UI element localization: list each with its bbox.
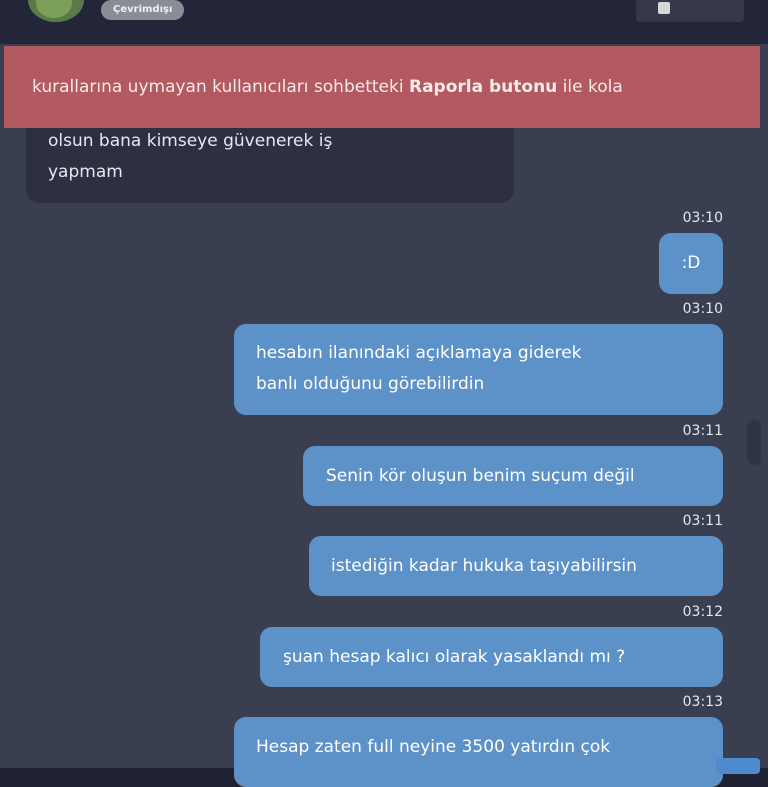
device-icon (658, 2, 670, 14)
message-text: Hesap zaten full neyine 3500 yatırdın ço… (256, 737, 611, 757)
chat-scrollbar[interactable] (747, 420, 761, 465)
incoming-message-line: olsun bana kimseye güvenerek iş (48, 131, 333, 151)
banner-text: kurallarına uymayan kullanıcıları sohbet… (32, 77, 409, 97)
incoming-message: olsun bana kimseye güvenerek iş yapmam (26, 128, 514, 203)
message-time: 03:11 (682, 513, 723, 529)
message-time: 03:10 (682, 210, 723, 226)
message-text: istediğin kadar hukuka taşıyabilirsin (331, 556, 637, 576)
outgoing-message: :D (659, 233, 723, 294)
outgoing-message: istediğin kadar hukuka taşıyabilirsin (309, 536, 723, 596)
chat-panel: olsun bana kimseye güvenerek iş yapmam k… (0, 44, 768, 787)
message-text: Senin kör oluşun benim suçum değil (326, 466, 635, 486)
outgoing-message: hesabın ilanındaki açıklamaya giderek ba… (234, 324, 723, 415)
chat-header: Çevrimdışı (0, 0, 768, 44)
message-time: 03:11 (682, 423, 723, 439)
message-text-line: banlı olduğunu görebilirdin (256, 374, 485, 394)
avatar[interactable] (28, 0, 84, 22)
message-text-line: hesabın ilanındaki açıklamaya giderek (256, 343, 582, 363)
avatar-image (36, 0, 72, 18)
banner-bold-text: Raporla butonu (408, 77, 558, 97)
header-action-button[interactable] (636, 0, 744, 22)
message-text: :D (681, 253, 701, 273)
outgoing-message: şuan hesap kalıcı olarak yasaklandı mı ? (260, 627, 723, 687)
status-badge: Çevrimdışı (101, 0, 185, 20)
message-time: 03:10 (682, 301, 723, 317)
outgoing-message: Senin kör oluşun benim suçum değil (303, 446, 723, 506)
incoming-message-line: yapmam (48, 162, 123, 182)
send-button[interactable] (716, 758, 760, 774)
banner-text-end: ile kola (557, 77, 623, 97)
rules-warning-banner: kurallarına uymayan kullanıcıları sohbet… (4, 46, 760, 128)
message-time: 03:12 (682, 604, 723, 620)
outgoing-message: Hesap zaten full neyine 3500 yatırdın ço… (234, 717, 723, 787)
message-time: 03:13 (682, 694, 723, 710)
message-text: şuan hesap kalıcı olarak yasaklandı mı ? (283, 647, 626, 667)
